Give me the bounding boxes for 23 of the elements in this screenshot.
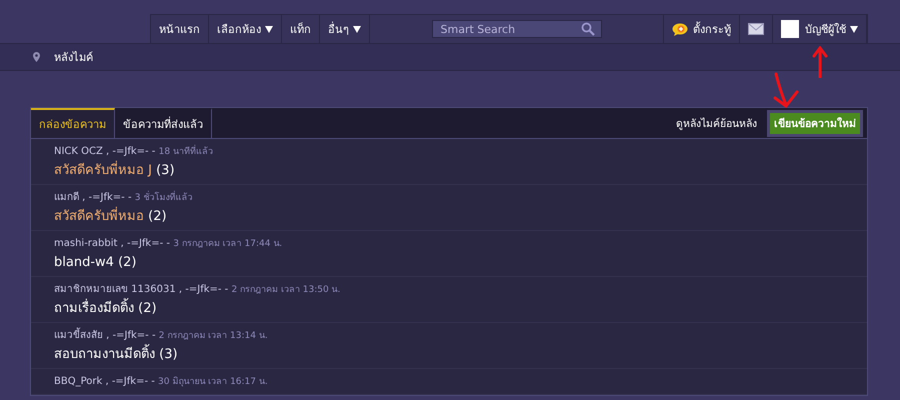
history-link[interactable]: ดูหลังไมค์ย้อนหลัง xyxy=(676,114,757,132)
message-subject[interactable]: สวัสดีครับพี่หมอ J (3) xyxy=(54,162,867,179)
message-meta: mashi-rabbit , -=Jfk=- - 3 กรกฎาคม เวลา 17:44 น. xyxy=(54,237,284,251)
message-meta: แมวขี้สงสัย , -=Jfk=- - 2 กรกฎาคม เวลา 13:14 น. xyxy=(54,329,867,343)
tab[interactable]: กล่องข้อความ xyxy=(31,108,115,138)
message-subject[interactable]: bland-w4 (2) xyxy=(54,254,867,271)
message-subject[interactable]: ถามเรื่องมีดติ้ง (2) xyxy=(54,300,867,317)
annotation-arrow xyxy=(812,46,828,78)
search-icon xyxy=(580,22,594,36)
message-meta: สมาชิกหมายเลข 1136031 , -=Jfk=- - 2 กรกฎาคม เวลา 13:50 น. xyxy=(54,283,342,297)
search-input[interactable]: Smart Search xyxy=(438,22,580,36)
avatar xyxy=(781,20,799,38)
message-meta: แมกดี , -=Jfk=- - 3 ชั่วโมงที่แล้ว xyxy=(54,191,194,205)
compose-button[interactable]: เขียนข้อความใหม่ xyxy=(767,110,863,136)
tab[interactable]: ข้อความที่ส่งแล้ว xyxy=(115,108,212,138)
search-field[interactable]: Smart Search xyxy=(432,20,602,38)
speech-bubble-icon xyxy=(672,22,688,36)
message-subject[interactable]: สวัสดีครับพี่หมอ (2) xyxy=(54,208,867,225)
message-subject[interactable]: สอบถามงานมีดติ้ง (3) xyxy=(54,346,867,363)
message-meta: NICK OCZ , -=Jfk=- - 18 นาทีที่แล้ว xyxy=(54,145,214,159)
message-meta: BBQ_Pork , -=Jfk=- - 30 มิถุนายน เวลา 16:17 น. xyxy=(54,375,269,389)
breadcrumb[interactable]: หลังไมค์ xyxy=(54,48,93,66)
location-pin-icon xyxy=(33,52,40,62)
